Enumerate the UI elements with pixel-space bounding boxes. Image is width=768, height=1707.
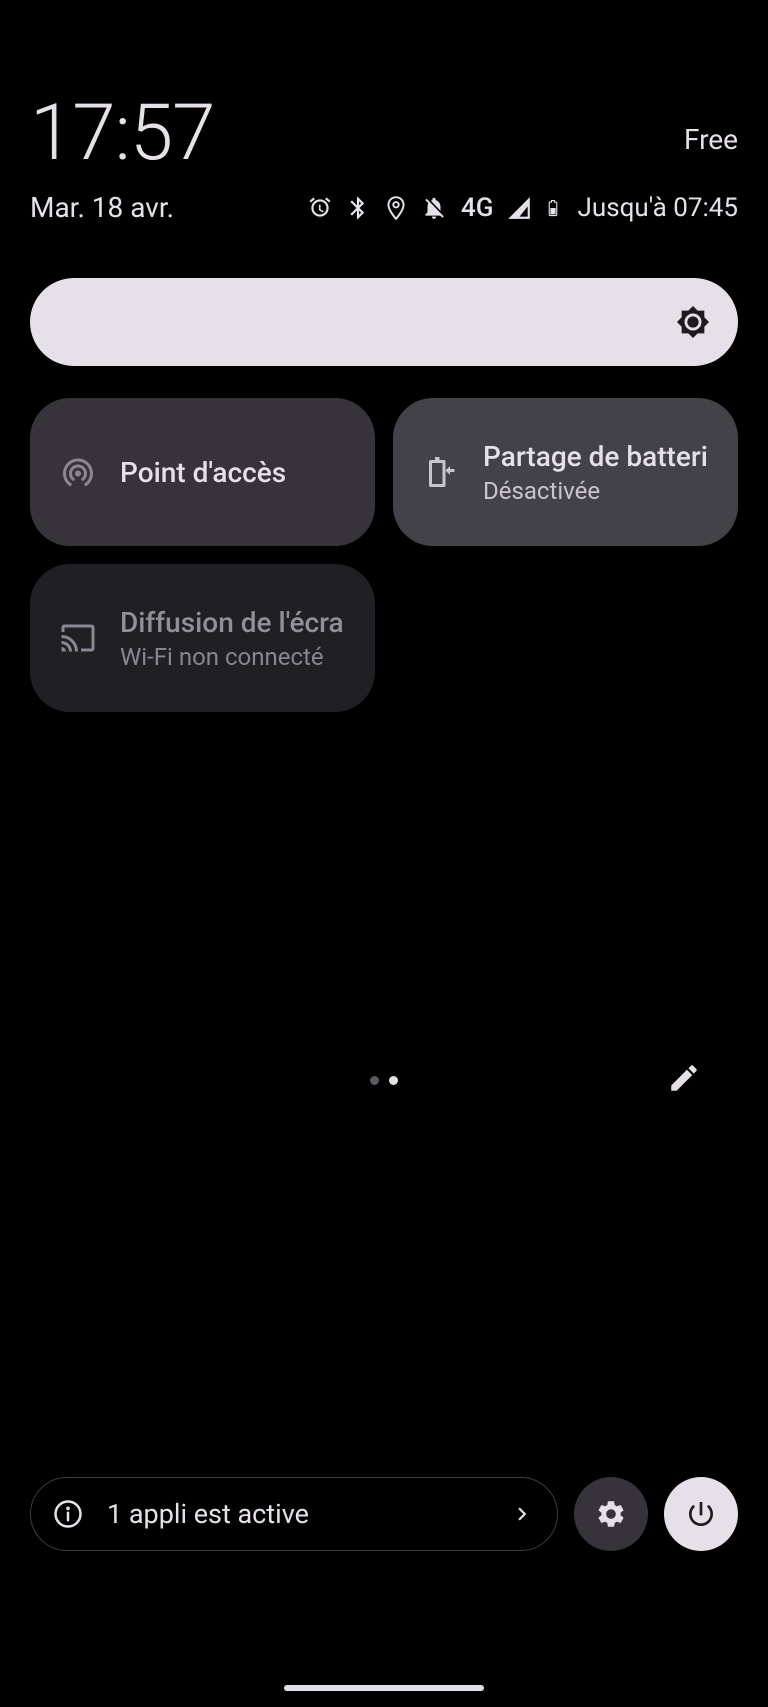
hotspot-icon: [60, 454, 96, 490]
tile-subtitle: Désactivée: [483, 477, 708, 505]
brightness-slider-container: [0, 278, 768, 366]
signal-icon: [506, 195, 532, 221]
tile-text: Diffusion de l'écran Wi-Fi non connecté: [120, 606, 345, 671]
page-indicator: [370, 1076, 398, 1085]
tile-screencast[interactable]: Diffusion de l'écran Wi-Fi non connecté: [30, 564, 375, 712]
tile-text: Point d'accès: [120, 456, 286, 489]
active-apps-pill[interactable]: 1 appli est active: [30, 1477, 558, 1551]
status-carrier: Free: [684, 123, 738, 156]
tile-text: Partage de batterie Désactivée: [483, 440, 708, 505]
tile-battery-share[interactable]: Partage de batterie Désactivée: [393, 398, 738, 546]
power-icon: [685, 1498, 717, 1530]
info-icon: [53, 1499, 83, 1529]
pencil-icon: [667, 1061, 701, 1095]
tile-subtitle: Wi-Fi non connecté: [120, 643, 345, 671]
battery-estimate-label: Jusqu'à 07:45: [578, 193, 738, 223]
tile-title: Partage de batterie: [483, 440, 708, 473]
navigation-handle[interactable]: [284, 1685, 484, 1691]
settings-button[interactable]: [574, 1477, 648, 1551]
status-clock: 17:57: [30, 95, 214, 173]
tile-title: Diffusion de l'écran: [120, 606, 345, 639]
quick-settings-header: 17:57 Free Mar. 18 avr. 4G Jusqu'à 07:45: [0, 0, 768, 224]
cast-icon: [60, 620, 96, 656]
page-dot-2: [389, 1076, 398, 1085]
header-row-1: 17:57 Free: [30, 95, 738, 173]
location-icon: [383, 195, 409, 221]
dnd-icon: [421, 195, 447, 221]
network-label: 4G: [461, 193, 494, 223]
brightness-icon: [676, 305, 710, 339]
status-date: Mar. 18 avr.: [30, 191, 174, 224]
gear-icon: [595, 1498, 627, 1530]
page-dot-1: [370, 1076, 379, 1085]
tile-title: Point d'accès: [120, 456, 286, 489]
battery-share-icon: [423, 454, 459, 490]
alarm-icon: [307, 195, 333, 221]
battery-icon: [544, 195, 562, 221]
chevron-right-icon: [509, 1501, 535, 1527]
bottom-action-bar: 1 appli est active: [30, 1477, 738, 1551]
status-icons-row: 4G Jusqu'à 07:45: [307, 193, 738, 223]
tile-hotspot[interactable]: Point d'accès: [30, 398, 375, 546]
bluetooth-icon: [345, 195, 371, 221]
quick-settings-tiles: Point d'accès Partage de batterie Désact…: [0, 398, 768, 712]
brightness-slider[interactable]: [30, 278, 738, 366]
header-row-2: Mar. 18 avr. 4G Jusqu'à 07:45: [30, 191, 738, 224]
edit-tiles-button[interactable]: [664, 1058, 704, 1098]
active-apps-label: 1 appli est active: [107, 1498, 485, 1530]
power-button[interactable]: [664, 1477, 738, 1551]
